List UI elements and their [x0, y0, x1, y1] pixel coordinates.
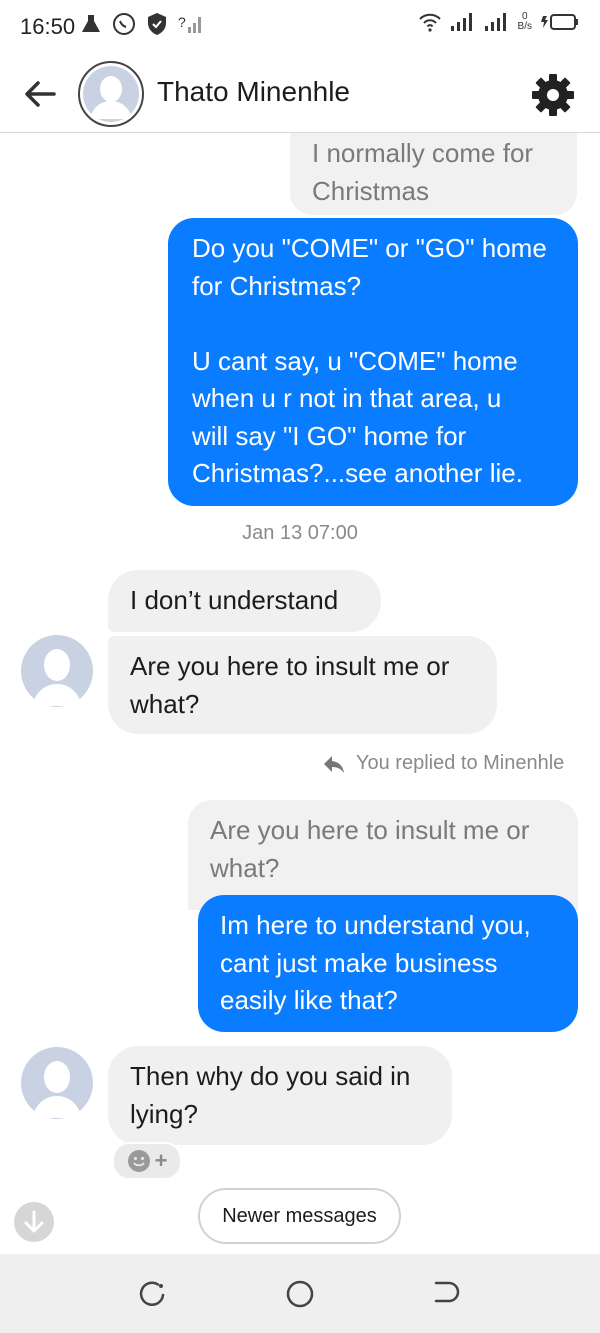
net-speed: 0 B/s: [517, 11, 532, 32]
avatar-placeholder-icon: [21, 635, 93, 707]
quoted-message-bubble[interactable]: Are you here to insult me or what?: [188, 800, 578, 910]
reply-arrow-icon: [324, 755, 344, 773]
signal-icon: [450, 13, 472, 31]
flask-icon: [82, 15, 100, 32]
recents-icon[interactable]: [136, 1278, 168, 1310]
incoming-message-bubble[interactable]: Then why do you said in lying?: [108, 1046, 452, 1145]
no-signal-icon: ?: [178, 14, 201, 33]
home-icon[interactable]: [284, 1278, 316, 1310]
incoming-message-bubble[interactable]: I don’t understand: [108, 570, 381, 632]
reply-indicator-text: You replied to Minenhle: [356, 752, 565, 774]
shield-icon: [148, 13, 166, 35]
reaction-plus: +: [154, 1148, 168, 1173]
down-arrow-icon: [24, 1210, 44, 1233]
battery-icon: [541, 14, 578, 30]
avatar-placeholder-icon: [83, 66, 139, 122]
incoming-message-bubble[interactable]: Are you here to insult me or what?: [108, 636, 497, 734]
status-bar: 16:50 ? 0 B/s: [0, 0, 600, 56]
svg-text:?: ?: [178, 14, 186, 30]
wifi-icon: [418, 13, 441, 32]
status-system-icons: 0 B/s: [418, 12, 580, 32]
whatsapp-icon: [113, 13, 135, 35]
status-time: 16:50: [20, 14, 76, 39]
newer-messages-button[interactable]: Newer messages: [198, 1188, 401, 1244]
status-notification-icons: ?: [80, 12, 202, 36]
smiley-icon: [127, 1150, 150, 1172]
contact-avatar[interactable]: [78, 61, 144, 127]
back-nav-icon[interactable]: [428, 1278, 462, 1310]
avatar-placeholder-icon: [21, 1047, 93, 1119]
sender-avatar[interactable]: [20, 1046, 94, 1120]
contact-name[interactable]: Thato Minenhle: [157, 76, 350, 108]
system-nav-bar: [0, 1254, 600, 1333]
outgoing-message-bubble[interactable]: Im here to understand you, cant just mak…: [198, 895, 578, 1032]
outgoing-message-bubble[interactable]: Do you "COME" or "GO" home for Christmas…: [168, 218, 578, 506]
sender-avatar[interactable]: [20, 634, 94, 708]
add-reaction-button[interactable]: +: [112, 1142, 182, 1180]
message-timestamp: Jan 13 07:00: [242, 522, 358, 544]
gear-icon[interactable]: [530, 72, 576, 118]
conversation-header: Thato Minenhle: [0, 56, 600, 133]
signal-icon-2: [484, 13, 506, 31]
quoted-message-bubble[interactable]: I normally come for Christmas: [290, 133, 577, 215]
back-arrow-icon[interactable]: [20, 74, 60, 114]
reply-indicator: You replied to Minenhle: [322, 752, 564, 775]
scroll-down-button[interactable]: [14, 1202, 54, 1242]
